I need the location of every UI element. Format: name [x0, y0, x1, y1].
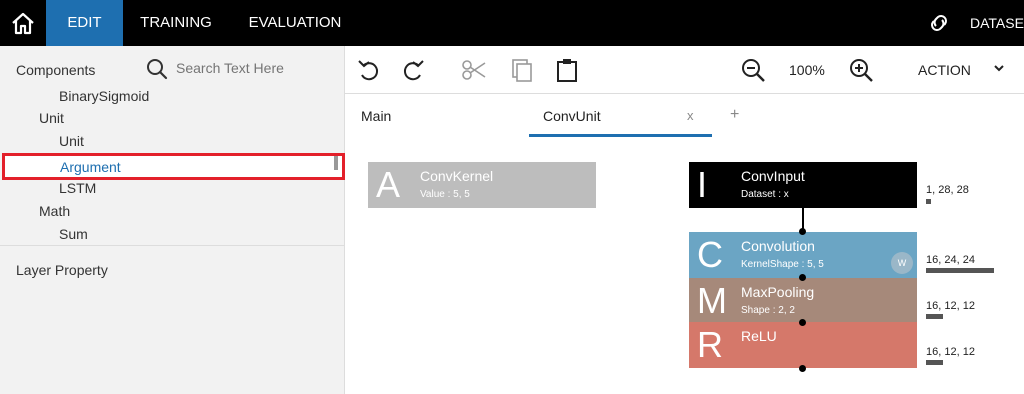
search-icon[interactable] — [146, 58, 168, 80]
zoom-out-button[interactable] — [739, 56, 767, 84]
tree-item-argument-label: Argument — [60, 159, 121, 175]
nav-tab-edit[interactable]: EDIT — [46, 0, 123, 46]
tree-item-unit-group[interactable]: Unit — [39, 110, 64, 126]
node-convinput-letter: I — [697, 164, 708, 205]
tree-item-unit[interactable]: Unit — [59, 133, 84, 149]
close-tab-icon[interactable]: x — [687, 108, 694, 123]
output-shape-maxpooling: 16, 12, 12 — [926, 300, 975, 312]
tree-item-sum[interactable]: Sum — [59, 226, 88, 242]
layer-property-label: Layer Property — [16, 262, 108, 278]
output-shape-bar — [926, 360, 943, 365]
connector-dot[interactable] — [799, 228, 806, 235]
node-convkernel-value: Value : 5, 5 — [420, 189, 470, 200]
add-tab-icon[interactable]: + — [730, 106, 739, 124]
node-maxpooling-shape: Shape : 2, 2 — [741, 305, 795, 316]
node-convinput-name: ConvInput — [741, 168, 805, 184]
copy-icon — [512, 59, 532, 82]
weight-badge[interactable]: W — [891, 252, 913, 274]
connector-dot[interactable] — [799, 319, 806, 326]
paste-button[interactable] — [553, 56, 581, 84]
undo-button[interactable] — [355, 56, 383, 84]
zoom-level: 100% — [789, 62, 825, 78]
output-shape-relu: 16, 12, 12 — [926, 346, 975, 358]
sidebar-scrollbar[interactable] — [334, 156, 338, 170]
tree-item-lstm[interactable]: LSTM — [59, 180, 96, 196]
output-shape-bar — [926, 199, 931, 204]
connector-dot[interactable] — [799, 274, 806, 281]
redo-icon — [403, 60, 424, 81]
node-relu-name: ReLU — [741, 328, 777, 344]
search-input[interactable] — [176, 60, 336, 76]
editor-toolbar: 100% ACTION — [345, 46, 1024, 94]
editor-tab-bar: Main ConvUnit x + — [345, 94, 1024, 138]
nav-tab-evaluation[interactable]: EVALUATION — [240, 0, 350, 46]
node-relu-letter: R — [697, 324, 723, 365]
undo-icon — [358, 60, 379, 81]
cut-icon — [462, 60, 486, 80]
node-convolution[interactable]: C Convolution KernelShape : 5, 5 W — [689, 232, 917, 278]
link-icon[interactable] — [926, 12, 952, 34]
node-relu[interactable]: R ReLU — [689, 322, 917, 368]
tree-item-argument[interactable]: Argument — [2, 153, 345, 180]
output-shape-bar — [926, 314, 943, 319]
nav-tab-training[interactable]: TRAINING — [130, 0, 222, 46]
components-label: Components — [16, 62, 96, 78]
zoom-out-icon — [742, 59, 765, 82]
output-shape-bar — [926, 268, 994, 273]
node-convolution-kernelshape: KernelShape : 5, 5 — [741, 259, 824, 270]
tab-main[interactable]: Main — [361, 108, 391, 124]
node-maxpooling-letter: M — [697, 280, 727, 321]
home-icon — [12, 12, 34, 35]
connector-dot[interactable] — [799, 365, 806, 372]
output-shape-convinput: 1, 28, 28 — [926, 184, 969, 196]
chevron-down-icon[interactable] — [993, 62, 1005, 74]
top-nav-bar: EDIT TRAINING EVALUATION DATASET — [0, 0, 1024, 46]
node-convkernel-name: ConvKernel — [420, 168, 494, 184]
paste-icon — [557, 59, 577, 82]
node-convkernel[interactable]: A ConvKernel Value : 5, 5 — [368, 162, 596, 208]
zoom-in-button[interactable] — [847, 56, 875, 84]
tab-convunit[interactable]: ConvUnit — [543, 108, 601, 124]
node-convinput-dataset: Dataset : x — [741, 189, 789, 200]
home-button[interactable] — [0, 0, 46, 46]
action-menu[interactable]: ACTION — [918, 62, 971, 78]
copy-button[interactable] — [507, 56, 535, 84]
node-maxpooling-name: MaxPooling — [741, 284, 815, 300]
components-sidebar: Components BinarySigmoid Unit Unit Argum… — [0, 46, 345, 394]
tree-item-binarysigmoid[interactable]: BinarySigmoid — [59, 88, 149, 104]
dataset-tab[interactable]: DATASET — [970, 0, 1024, 46]
redo-button[interactable] — [399, 56, 427, 84]
cut-button[interactable] — [460, 56, 488, 84]
sidebar-divider — [0, 245, 344, 246]
zoom-in-icon — [850, 59, 873, 82]
tree-item-math-group[interactable]: Math — [39, 203, 70, 219]
node-convolution-name: Convolution — [741, 238, 815, 254]
active-tab-indicator — [529, 134, 712, 137]
output-shape-convolution: 16, 24, 24 — [926, 254, 975, 266]
node-convkernel-letter: A — [376, 164, 401, 205]
node-convinput[interactable]: I ConvInput Dataset : x — [689, 162, 917, 208]
node-maxpooling[interactable]: M MaxPooling Shape : 2, 2 — [689, 278, 917, 324]
node-convolution-letter: C — [697, 234, 723, 275]
